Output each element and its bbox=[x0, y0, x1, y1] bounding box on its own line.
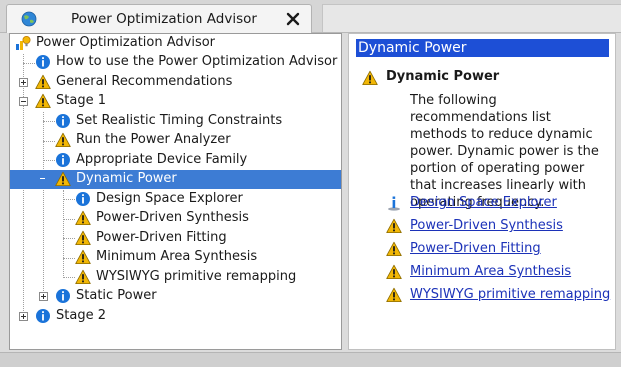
link-power-driven-fitting[interactable]: Power-Driven Fitting bbox=[410, 241, 541, 256]
warning-icon bbox=[386, 287, 402, 303]
tab-power-optimization-advisor[interactable]: Power Optimization Advisor bbox=[6, 4, 312, 33]
info-icon bbox=[55, 288, 71, 304]
collapse-toggle[interactable] bbox=[39, 175, 48, 184]
tree-item-wysiwyg-remapping[interactable]: WYSIWYG primitive remapping bbox=[10, 268, 341, 287]
tree-item-label: How to use the Power Optimization Adviso… bbox=[56, 54, 338, 69]
tree-item-label: Design Space Explorer bbox=[96, 191, 243, 206]
tree-item-run-power-analyzer[interactable]: Run the Power Analyzer bbox=[10, 131, 341, 150]
tree-item-label: Static Power bbox=[76, 288, 157, 303]
close-icon[interactable] bbox=[283, 9, 303, 29]
warning-icon bbox=[362, 70, 378, 86]
advisor-tree[interactable]: Power Optimization Advisor How to use th… bbox=[9, 33, 342, 350]
tree-item-label: Set Realistic Timing Constraints bbox=[76, 113, 283, 128]
empty-tab-area bbox=[322, 4, 621, 32]
detail-panel: Dynamic Power Dynamic Power The followin… bbox=[348, 33, 616, 350]
tree-item-label: Appropriate Device Family bbox=[76, 152, 248, 167]
warning-icon bbox=[55, 171, 71, 187]
tree-item-label: WYSIWYG primitive remapping bbox=[96, 269, 297, 284]
link-design-space-explorer[interactable]: Design Space Explorer bbox=[410, 195, 557, 210]
link-minimum-area-synthesis[interactable]: Minimum Area Synthesis bbox=[410, 264, 571, 279]
tree-item-minimum-area-synthesis[interactable]: Minimum Area Synthesis bbox=[10, 248, 341, 267]
section-title: Dynamic Power bbox=[386, 69, 500, 84]
tree-item-label: Power-Driven Synthesis bbox=[96, 210, 249, 225]
tree-item-dynamic-power[interactable]: Dynamic Power bbox=[10, 170, 341, 189]
tree-item-label: Power-Driven Fitting bbox=[96, 230, 227, 245]
expand-toggle[interactable] bbox=[39, 292, 48, 301]
warning-icon bbox=[386, 218, 402, 234]
tree-item-label: General Recommendations bbox=[56, 74, 233, 89]
tree-item-label: Minimum Area Synthesis bbox=[96, 249, 258, 264]
recommendation-link-row: WYSIWYG primitive remapping bbox=[349, 286, 615, 306]
tree-item-design-space-explorer[interactable]: Design Space Explorer bbox=[10, 190, 341, 209]
tree-item-set-realistic-timing[interactable]: Set Realistic Timing Constraints bbox=[10, 112, 341, 131]
info-icon bbox=[55, 152, 71, 168]
tab-title: Power Optimization Advisor bbox=[71, 11, 257, 27]
warning-icon bbox=[35, 93, 51, 109]
expand-toggle[interactable] bbox=[19, 312, 28, 321]
tree-item-stage-2[interactable]: Stage 2 bbox=[10, 307, 341, 326]
warning-icon bbox=[75, 269, 91, 285]
link-power-driven-synthesis[interactable]: Power-Driven Synthesis bbox=[410, 218, 563, 233]
tree-item-appropriate-device-family[interactable]: Appropriate Device Family bbox=[10, 151, 341, 170]
tree-item-power-optimization-advisor[interactable]: Power Optimization Advisor bbox=[10, 34, 341, 53]
warning-icon bbox=[55, 132, 71, 148]
recommendation-link-row: Power-Driven Fitting bbox=[349, 240, 615, 260]
link-wysiwyg-remapping[interactable]: WYSIWYG primitive remapping bbox=[410, 287, 610, 302]
tree-item-label: Power Optimization Advisor bbox=[36, 35, 216, 50]
tree-item-stage-1[interactable]: Stage 1 bbox=[10, 92, 341, 111]
tab-bar: Power Optimization Advisor bbox=[0, 0, 621, 33]
detail-header: Dynamic Power bbox=[356, 39, 609, 57]
globe-icon bbox=[21, 11, 37, 27]
tree-item-how-to-use[interactable]: How to use the Power Optimization Adviso… bbox=[10, 53, 341, 72]
advisor-icon bbox=[15, 35, 31, 51]
tree-item-general-recommendations[interactable]: General Recommendations bbox=[10, 73, 341, 92]
tree-item-power-driven-fitting[interactable]: Power-Driven Fitting bbox=[10, 229, 341, 248]
recommendation-link-row: Power-Driven Synthesis bbox=[349, 217, 615, 237]
status-bar bbox=[0, 352, 621, 367]
warning-icon bbox=[75, 230, 91, 246]
info-icon bbox=[386, 195, 402, 211]
warning-icon bbox=[75, 249, 91, 265]
warning-icon bbox=[386, 264, 402, 280]
recommendation-link-row: Minimum Area Synthesis bbox=[349, 263, 615, 283]
info-icon bbox=[35, 308, 51, 324]
tree-item-static-power[interactable]: Static Power bbox=[10, 287, 341, 306]
info-icon bbox=[75, 191, 91, 207]
recommendation-link-row: Design Space Explorer bbox=[349, 194, 615, 214]
warning-icon bbox=[386, 241, 402, 257]
warning-icon bbox=[35, 74, 51, 90]
tree-item-label: Stage 2 bbox=[56, 308, 106, 323]
info-icon bbox=[35, 54, 51, 70]
info-icon bbox=[55, 113, 71, 129]
tree-item-power-driven-synthesis[interactable]: Power-Driven Synthesis bbox=[10, 209, 341, 228]
expand-toggle[interactable] bbox=[19, 78, 28, 87]
warning-icon bbox=[75, 210, 91, 226]
collapse-toggle[interactable] bbox=[19, 97, 28, 106]
tree-item-label: Run the Power Analyzer bbox=[76, 132, 231, 147]
tree-item-label: Dynamic Power bbox=[76, 171, 177, 186]
tree-item-label: Stage 1 bbox=[56, 93, 106, 108]
